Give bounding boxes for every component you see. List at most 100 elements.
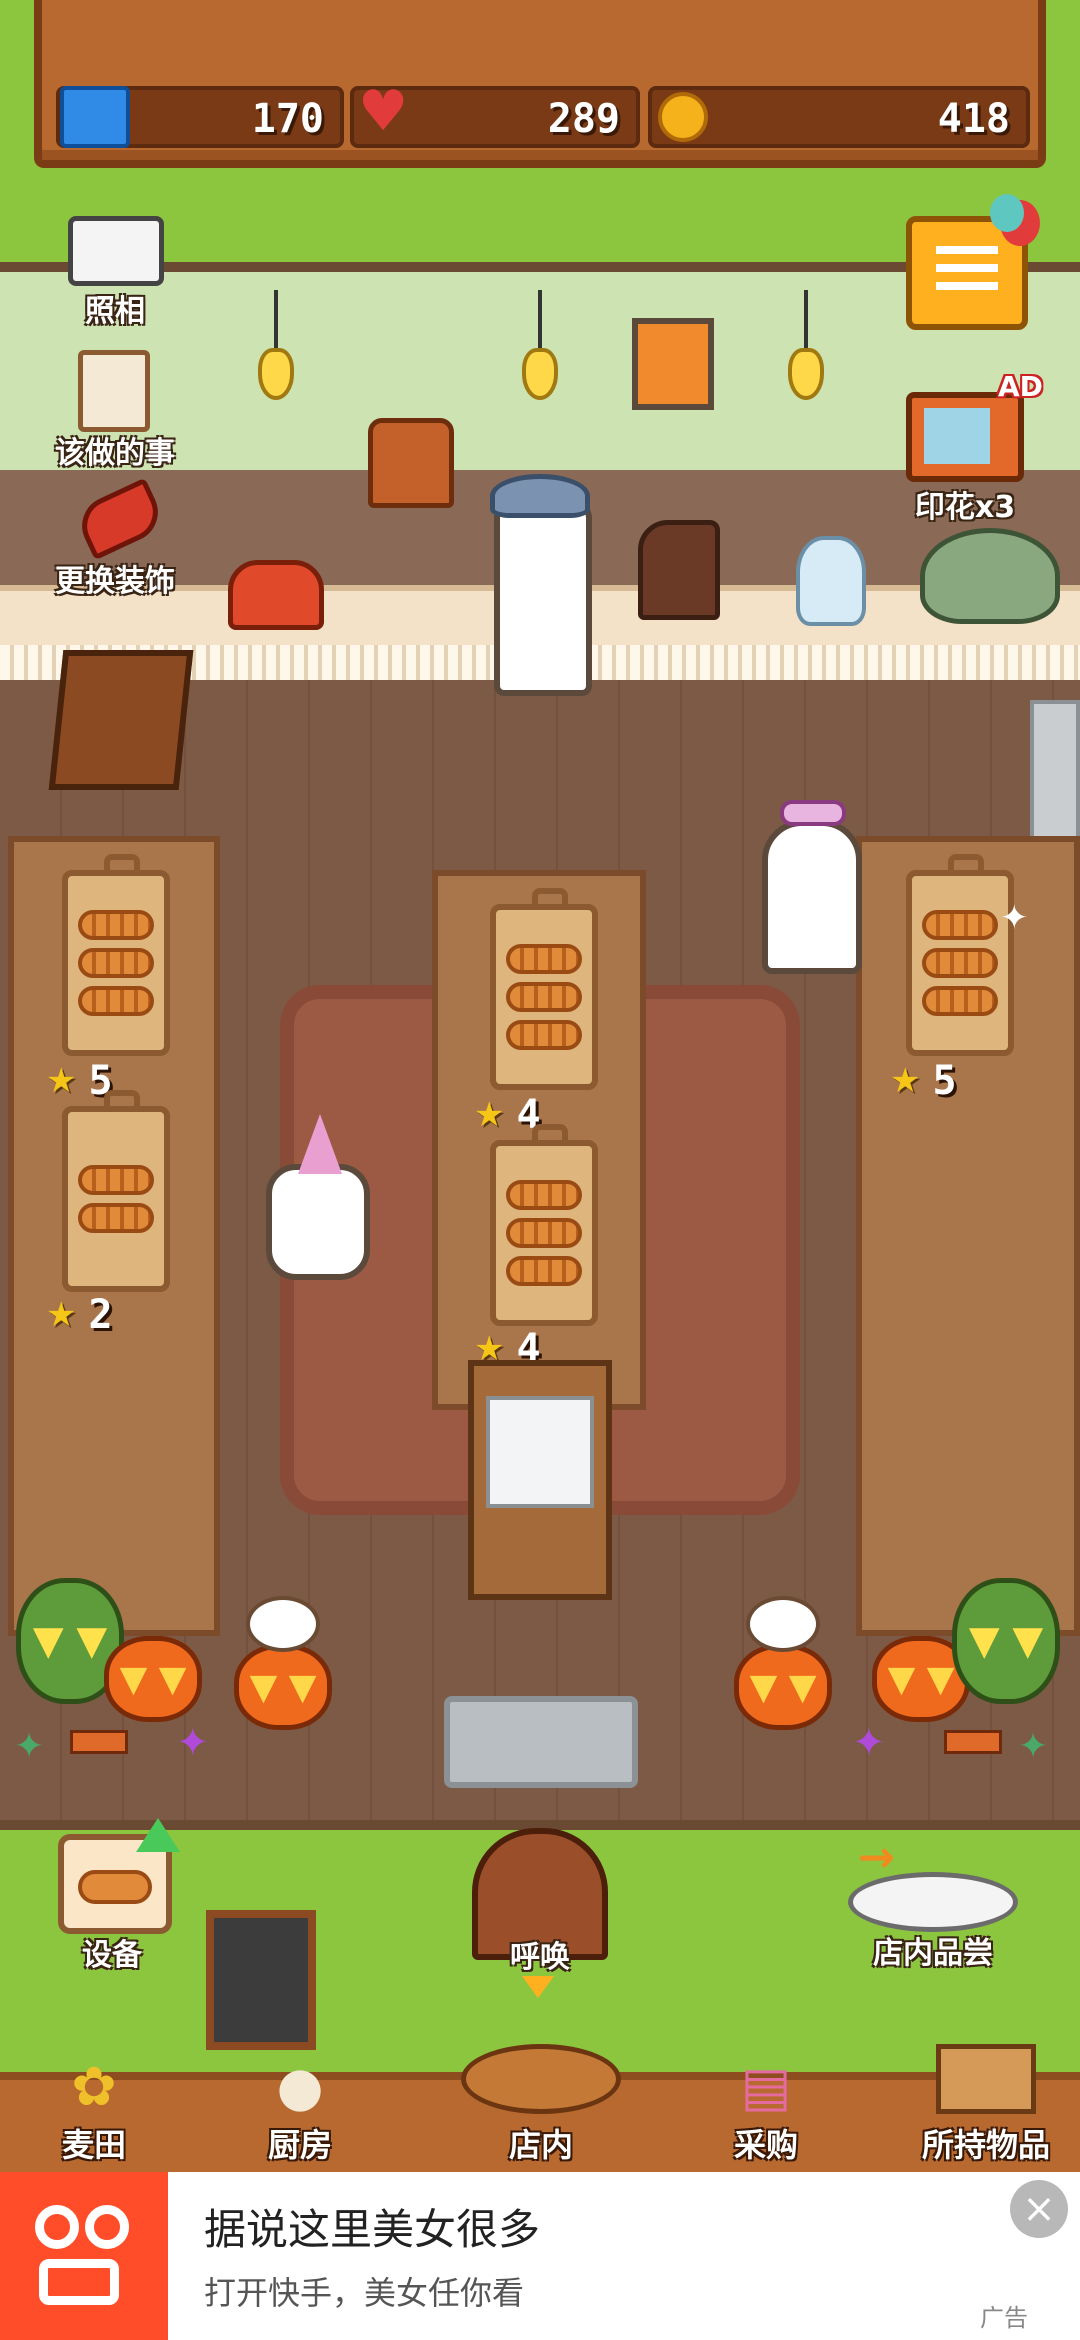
flower-vase-icon [796,536,866,626]
close-icon[interactable]: × [1010,2180,1068,2238]
ghost-cat-icon [246,1596,320,1652]
teapot-icon [920,528,1060,624]
croissant-icon [506,982,582,1012]
tasting-button[interactable]: → 店内品尝 [848,1832,1032,1982]
nav-item-wheat-field[interactable]: ✿ 麦田 [14,2030,174,2170]
todo-label: 该做的事 [55,436,175,471]
sparkle-icon: ✦ [1000,898,1029,938]
bread-tray[interactable] [490,888,598,1090]
ad-title[interactable]: 据说这里美女很多 [204,2196,540,2257]
lamp-bulb [788,348,824,400]
star-icon: ★ [890,1061,921,1101]
beret-icon [490,474,590,518]
down-arrow-icon [522,1976,554,1998]
ad-subtitle[interactable]: 打开快手，美女任你看 [204,2268,524,2314]
tray-handle [532,888,568,910]
lamp-bulb [522,348,558,400]
camera-label: 照相 [85,294,145,329]
heart-icon: ♥ [358,79,409,144]
equipment-label: 设备 [82,1938,142,1973]
croissant-icon [78,948,154,978]
croissant-icon [922,910,998,940]
bread-tray[interactable] [490,1124,598,1326]
tray-handle [104,854,140,876]
nav-item-purchase[interactable]: ▤ 采购 [686,2030,846,2170]
tray-rating: ★ 5 [46,1058,113,1104]
door-mat [444,1696,638,1788]
bread-loaf-icon [638,520,720,620]
balloon-icon [990,194,1024,232]
tray-rating: ★ 2 [46,1292,113,1338]
nav-label: 所持物品 [921,2126,1050,2164]
telephone-icon [228,560,324,630]
baker-cat[interactable] [494,500,592,696]
croissant-icon [78,1165,154,1195]
candy-icon: ✦ [176,1720,210,1766]
lamp-icon [538,290,542,350]
tray-handle [104,1090,140,1112]
nav-label: 店内 [508,2126,573,2164]
croissant-icon [506,944,582,974]
lamp-icon [804,290,808,350]
decorate-label: 更换装饰 [55,564,175,599]
ad-badge: AD [998,370,1043,403]
lamp-icon [274,290,278,350]
nav-item-inventory[interactable]: 所持物品 [896,2030,1076,2170]
green-pumpkin-icon: ▼ ▼ [952,1578,1060,1704]
coins-bar: 418 [648,86,1030,148]
stamp-button[interactable]: AD 印花x3 [900,370,1050,525]
croissant-icon [922,948,998,978]
chest-icon[interactable] [368,418,454,508]
croissant-icon [506,1218,582,1248]
croissant-icon [78,910,154,940]
ghost-cat-icon [746,1596,820,1652]
nav-label: 麦田 [61,2126,126,2164]
tray-handle [532,1124,568,1146]
call-button[interactable]: 呼唤 [466,1828,614,1998]
call-label: 呼唤 [510,1940,570,1975]
equipment-button[interactable]: 设备 [52,1818,182,1980]
bread-tray[interactable] [906,854,1014,1056]
chalkboard-icon [206,1910,316,2050]
pumpkin-icon: ▼ ▼ [234,1644,332,1730]
customer-cat[interactable] [266,1164,370,1280]
right-arrow-icon: → [858,1832,895,1883]
coins-value: 418 [937,96,1010,142]
tray-rating: ★ 4 [474,1092,541,1138]
box-icon [936,2044,1036,2114]
wheat-icon: ✿ [71,2055,117,2118]
kuaishou-logo-icon [0,2172,168,2340]
cash-register[interactable] [468,1360,612,1600]
shop-icon: ▤ [740,2055,792,2118]
menu-lines-icon [936,246,998,292]
decorate-button[interactable]: 更换装饰 [30,477,200,602]
bread-tray[interactable] [62,854,170,1056]
star-icon: ★ [46,1061,77,1101]
candy-icon: ✦ [1018,1726,1049,1767]
bread-tray[interactable] [62,1090,170,1292]
camera-button[interactable]: 照相 [40,210,190,330]
candy-icon [70,1730,128,1754]
croissant-icon [506,1180,582,1210]
croissant-icon [922,986,998,1016]
star-icon: ★ [474,1095,505,1135]
nav-item-kitchen[interactable]: ● 厨房 [220,2030,380,2170]
nav-label: 厨房 [267,2126,332,2164]
croissant-icon [506,1020,582,1050]
clipboard-icon [78,350,150,432]
tasting-label: 店内品尝 [873,1936,993,1971]
side-door [1030,700,1080,840]
coin-icon [658,92,708,142]
upgrade-arrow-icon [136,1818,180,1852]
customer-cat[interactable] [762,820,862,974]
todo-button[interactable]: 该做的事 [30,346,200,471]
candy-icon: ✦ [14,1726,45,1767]
croissant-icon [78,1203,154,1233]
tv-icon [906,392,1024,482]
star-icon: ★ [46,1295,77,1335]
stamp-label: 印花x3 [914,490,1016,525]
bow-icon [780,800,846,826]
nav-item-store[interactable]: 店内 [446,2030,636,2170]
tray-handle [948,854,984,876]
bread-basket-icon [461,2044,621,2114]
